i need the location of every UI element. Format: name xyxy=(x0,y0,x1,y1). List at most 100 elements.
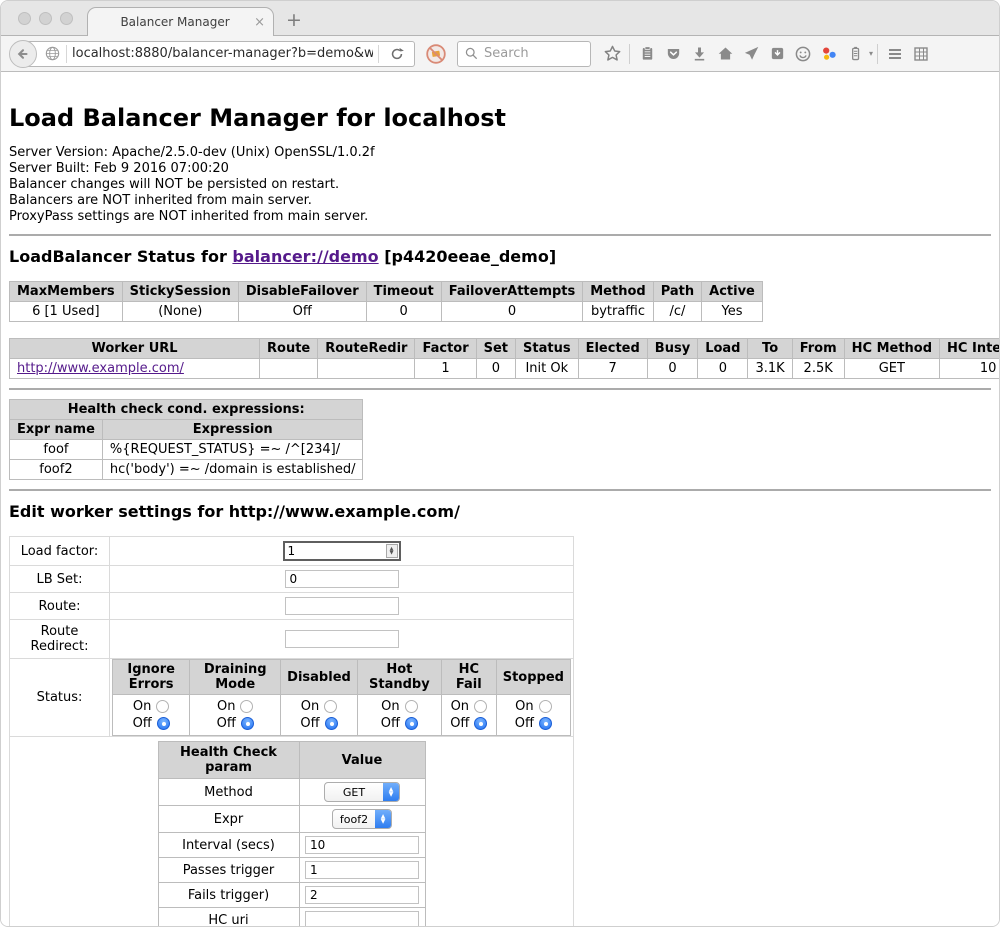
search-bar[interactable]: Search xyxy=(457,41,591,67)
downloads-button[interactable] xyxy=(686,41,712,67)
search-input[interactable]: Search xyxy=(484,46,529,61)
hc-fails-input[interactable] xyxy=(305,886,419,904)
table-header-row: Expr name Expression xyxy=(10,420,363,440)
pocket-button[interactable] xyxy=(660,41,686,67)
send-icon xyxy=(743,45,760,62)
chevron-down-icon[interactable]: ▾ xyxy=(869,49,873,58)
hc-uri-input[interactable] xyxy=(305,911,419,927)
minimize-window-icon[interactable] xyxy=(39,12,52,25)
form-row-fails: Fails trigger) xyxy=(158,883,425,908)
server-built-line: Server Built: Feb 9 2016 07:00:20 xyxy=(9,161,991,177)
load-factor-input[interactable]: ▲▼ xyxy=(283,541,401,561)
hc-method-select[interactable]: GET ▲▼ xyxy=(324,782,400,802)
navigation-toolbar: localhost:8880/balancer-manager?b=demo&w… xyxy=(1,36,999,72)
radio-off-checked[interactable] xyxy=(157,717,170,730)
battery-extension-button[interactable] xyxy=(842,41,868,67)
select-stepper-icon: ▲▼ xyxy=(383,783,399,801)
inherit-note-line: Balancers are NOT inherited from main se… xyxy=(9,193,991,209)
hc-interval-input[interactable] xyxy=(305,836,419,854)
radio-on[interactable] xyxy=(474,700,487,713)
url-bar[interactable]: localhost:8880/balancer-manager?b=demo&w… xyxy=(23,41,415,67)
save-to-panel-button[interactable] xyxy=(764,41,790,67)
tab-close-icon[interactable]: × xyxy=(254,16,265,29)
number-spinner-icon[interactable]: ▲▼ xyxy=(386,544,398,558)
tab-balancer-manager[interactable]: Balancer Manager × xyxy=(87,7,274,36)
table-row: foof2 hc('body') =~ /domain is establish… xyxy=(10,460,363,480)
table-row: http://www.example.com/ 1 0 Init Ok 7 0 … xyxy=(10,359,1000,379)
tiles-extension-button[interactable] xyxy=(908,41,934,67)
feedback-button[interactable] xyxy=(790,41,816,67)
persist-note-line: Balancer changes will NOT be persisted o… xyxy=(9,177,991,193)
status-draining-mode-cell: On Off xyxy=(190,695,281,736)
radio-off-checked[interactable] xyxy=(405,717,418,730)
worker-status-table: Worker URL Route RouteRedir Factor Set S… xyxy=(9,338,1000,379)
health-check-expressions-table: Health check cond. expressions: Expr nam… xyxy=(9,399,363,480)
status-stopped-cell: On Off xyxy=(496,695,570,736)
worker-url-link[interactable]: http://www.example.com/ xyxy=(17,361,184,376)
home-button[interactable] xyxy=(712,41,738,67)
battery-icon xyxy=(847,45,864,62)
table-row: 6 [1 Used] (None) Off 0 0 bytraffic /c/ … xyxy=(10,302,763,322)
divider xyxy=(9,234,991,236)
hc-interval-label: Interval (secs) xyxy=(158,833,299,858)
radio-off-checked[interactable] xyxy=(474,717,487,730)
route-input[interactable] xyxy=(285,597,399,615)
extension-colored-dots-button[interactable] xyxy=(816,41,842,67)
status-ignore-errors-cell: On Off xyxy=(113,695,190,736)
zoom-window-icon[interactable] xyxy=(60,12,73,25)
hc-uri-label: HC uri xyxy=(158,908,299,927)
content-blocker-button[interactable] xyxy=(423,41,449,67)
form-row-method: Method GET ▲▼ xyxy=(158,779,425,806)
pocket-icon xyxy=(665,45,682,62)
edit-worker-heading: Edit worker settings for http://www.exam… xyxy=(9,502,991,521)
route-redirect-input[interactable] xyxy=(285,630,399,648)
edit-worker-form: Load factor: ▲▼ LB Set: Route: Route Red… xyxy=(9,536,574,927)
save-panel-icon xyxy=(769,45,786,62)
menu-button[interactable] xyxy=(882,41,908,67)
hc-passes-input[interactable] xyxy=(305,861,419,879)
form-row-hc-uri: HC uri xyxy=(158,908,425,927)
reload-button[interactable] xyxy=(384,41,410,67)
tab-title: Balancer Manager xyxy=(96,15,254,29)
table-header-row: Worker URL Route RouteRedir Factor Set S… xyxy=(10,339,1000,359)
share-button[interactable] xyxy=(738,41,764,67)
route-label: Route: xyxy=(10,593,110,620)
url-input[interactable]: localhost:8880/balancer-manager?b=demo&w… xyxy=(72,46,373,61)
radio-off-checked[interactable] xyxy=(539,717,552,730)
radio-on[interactable] xyxy=(539,700,552,713)
clipboard-icon xyxy=(639,45,656,62)
form-row-load-factor: Load factor: ▲▼ xyxy=(10,537,574,566)
radio-on[interactable] xyxy=(240,700,253,713)
hc-expr-select[interactable]: foof2 ▲▼ xyxy=(332,809,392,829)
hc-fails-label: Fails trigger) xyxy=(158,883,299,908)
status-hot-standby-cell: On Off xyxy=(357,695,441,736)
search-icon xyxy=(464,46,479,61)
radio-on[interactable] xyxy=(405,700,418,713)
load-factor-field[interactable] xyxy=(285,544,386,558)
page-title: Load Balancer Manager for localhost xyxy=(9,104,991,132)
close-window-icon[interactable] xyxy=(18,12,31,25)
hamburger-icon xyxy=(886,45,904,63)
select-stepper-icon: ▲▼ xyxy=(375,810,391,828)
divider xyxy=(9,388,991,390)
balancer-demo-link[interactable]: balancer://demo xyxy=(232,247,378,266)
radio-row: On Off On Off On Off xyxy=(113,695,571,736)
new-tab-button[interactable]: + xyxy=(286,9,302,31)
form-row-passes: Passes trigger xyxy=(158,858,425,883)
bookmarks-menu-button[interactable] xyxy=(634,41,660,67)
divider xyxy=(629,44,630,64)
radio-on[interactable] xyxy=(156,700,169,713)
back-button[interactable] xyxy=(9,40,37,68)
status-label: Status: xyxy=(10,659,110,737)
bookmark-star-button[interactable] xyxy=(599,41,625,67)
lb-set-input[interactable] xyxy=(285,570,399,588)
radio-off-checked[interactable] xyxy=(325,717,338,730)
form-row-route: Route: xyxy=(10,593,574,620)
radio-off-checked[interactable] xyxy=(241,717,254,730)
table-header-row: Health Check param Value xyxy=(158,742,425,779)
radio-on[interactable] xyxy=(324,700,337,713)
balancer-status-heading: LoadBalancer Status for balancer://demo … xyxy=(9,247,991,266)
window-controls xyxy=(18,12,73,25)
form-row-interval: Interval (secs) xyxy=(158,833,425,858)
form-row-lb-set: LB Set: xyxy=(10,566,574,593)
